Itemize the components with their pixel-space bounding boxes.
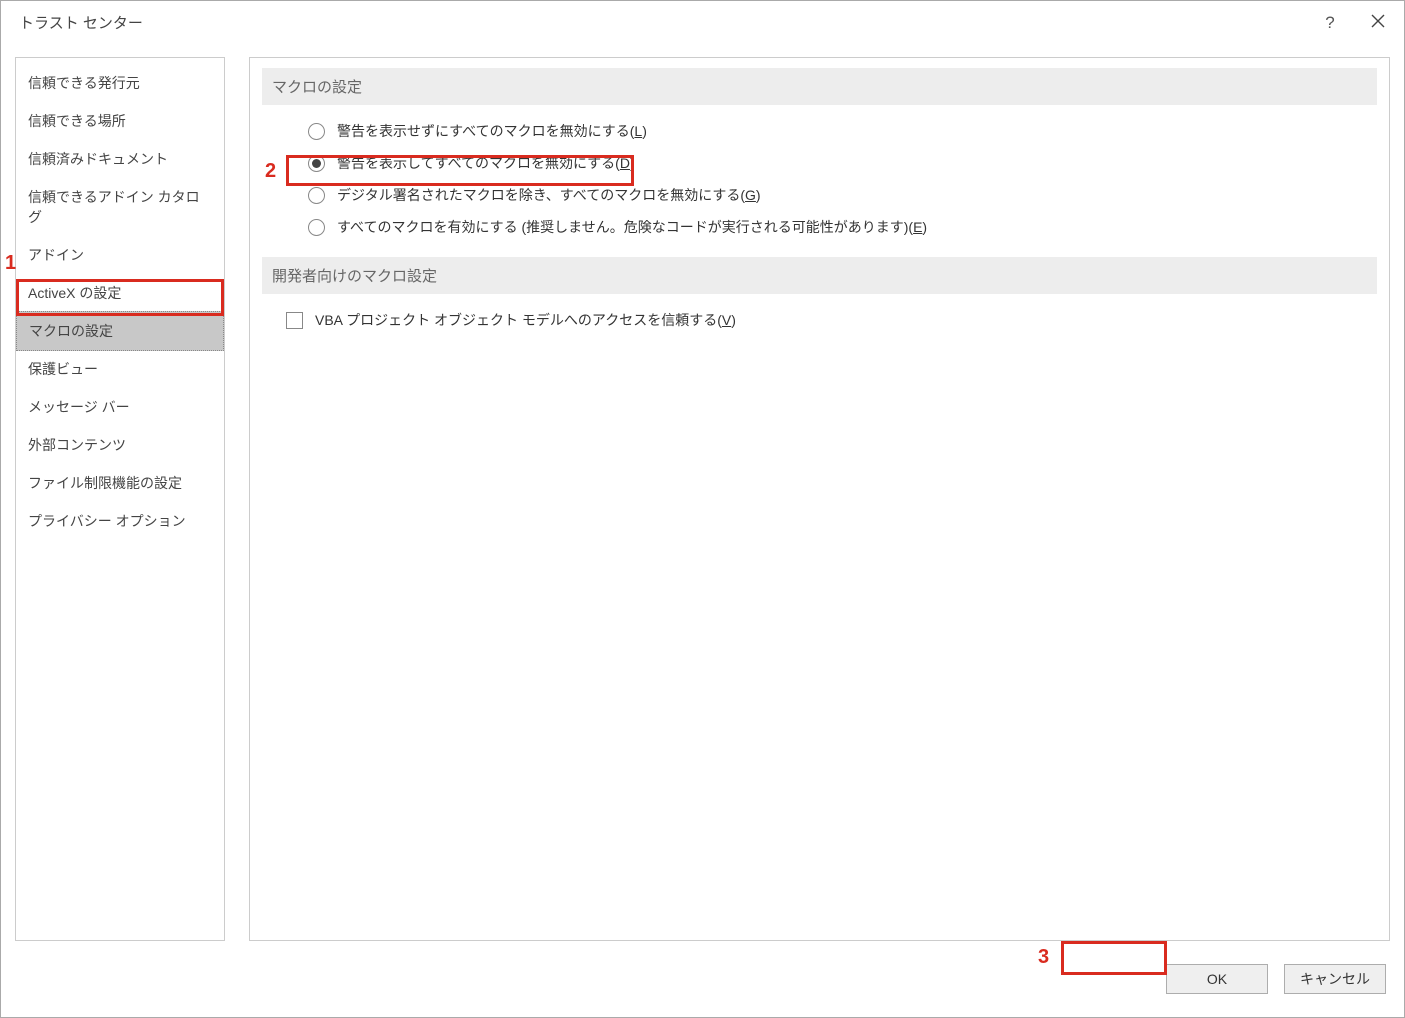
close-icon[interactable] bbox=[1366, 13, 1390, 33]
sidebar-item-addins[interactable]: アドイン bbox=[16, 236, 224, 274]
ok-button[interactable]: OK bbox=[1166, 964, 1268, 994]
sidebar: 信頼できる発行元 信頼できる場所 信頼済みドキュメント 信頼できるアドイン カタ… bbox=[15, 57, 225, 941]
sidebar-item-file-block[interactable]: ファイル制限機能の設定 bbox=[16, 464, 224, 502]
checkbox-trust-vba[interactable]: VBA プロジェクト オブジェクト モデルへのアクセスを信頼する(V) bbox=[286, 310, 1377, 330]
radio-label: 警告を表示せずにすべてのマクロを無効にする(L) bbox=[337, 121, 647, 141]
radio-label: デジタル署名されたマクロを除き、すべてのマクロを無効にする(G) bbox=[337, 185, 761, 205]
radio-disable-except-signed[interactable]: デジタル署名されたマクロを除き、すべてのマクロを無効にする(G) bbox=[308, 179, 1377, 211]
section-heading-developer: 開発者向けのマクロ設定 bbox=[262, 257, 1377, 294]
radio-disable-with-warning[interactable]: 警告を表示してすべてのマクロを無効にする(D) bbox=[308, 147, 1377, 179]
checkbox-label: VBA プロジェクト オブジェクト モデルへのアクセスを信頼する(V) bbox=[315, 310, 736, 330]
radio-label: すべてのマクロを有効にする (推奨しません。危険なコードが実行される可能性があり… bbox=[337, 217, 927, 237]
help-icon[interactable]: ? bbox=[1318, 13, 1342, 33]
sidebar-item-trusted-locations[interactable]: 信頼できる場所 bbox=[16, 102, 224, 140]
sidebar-item-trusted-documents[interactable]: 信頼済みドキュメント bbox=[16, 140, 224, 178]
sidebar-item-trusted-publishers[interactable]: 信頼できる発行元 bbox=[16, 64, 224, 102]
section-heading-macro: マクロの設定 bbox=[262, 68, 1377, 105]
dialog-title: トラスト センター bbox=[15, 12, 143, 33]
checkbox-icon bbox=[286, 312, 303, 329]
sidebar-item-message-bar[interactable]: メッセージ バー bbox=[16, 388, 224, 426]
radio-enable-all[interactable]: すべてのマクロを有効にする (推奨しません。危険なコードが実行される可能性があり… bbox=[308, 211, 1377, 243]
radio-icon bbox=[308, 155, 325, 172]
sidebar-item-activex[interactable]: ActiveX の設定 bbox=[16, 274, 224, 312]
sidebar-item-protected-view[interactable]: 保護ビュー bbox=[16, 350, 224, 388]
radio-label: 警告を表示してすべてのマクロを無効にする(D) bbox=[337, 153, 635, 173]
dialog-footer: OK キャンセル bbox=[1, 941, 1404, 1017]
radio-icon bbox=[308, 123, 325, 140]
sidebar-item-trusted-addin-catalogs[interactable]: 信頼できるアドイン カタログ bbox=[16, 178, 224, 236]
titlebar: トラスト センター ? bbox=[1, 1, 1404, 45]
sidebar-item-privacy[interactable]: プライバシー オプション bbox=[16, 502, 224, 540]
sidebar-item-external-content[interactable]: 外部コンテンツ bbox=[16, 426, 224, 464]
radio-icon bbox=[308, 187, 325, 204]
macro-radio-group: 警告を表示せずにすべてのマクロを無効にする(L) 警告を表示してすべてのマクロを… bbox=[262, 115, 1377, 257]
main-panel: マクロの設定 警告を表示せずにすべてのマクロを無効にする(L) 警告を表示してす… bbox=[249, 57, 1390, 941]
cancel-button[interactable]: キャンセル bbox=[1284, 964, 1386, 994]
sidebar-item-macro-settings[interactable]: マクロの設定 bbox=[16, 311, 224, 351]
radio-disable-no-warning[interactable]: 警告を表示せずにすべてのマクロを無効にする(L) bbox=[308, 115, 1377, 147]
radio-icon bbox=[308, 219, 325, 236]
